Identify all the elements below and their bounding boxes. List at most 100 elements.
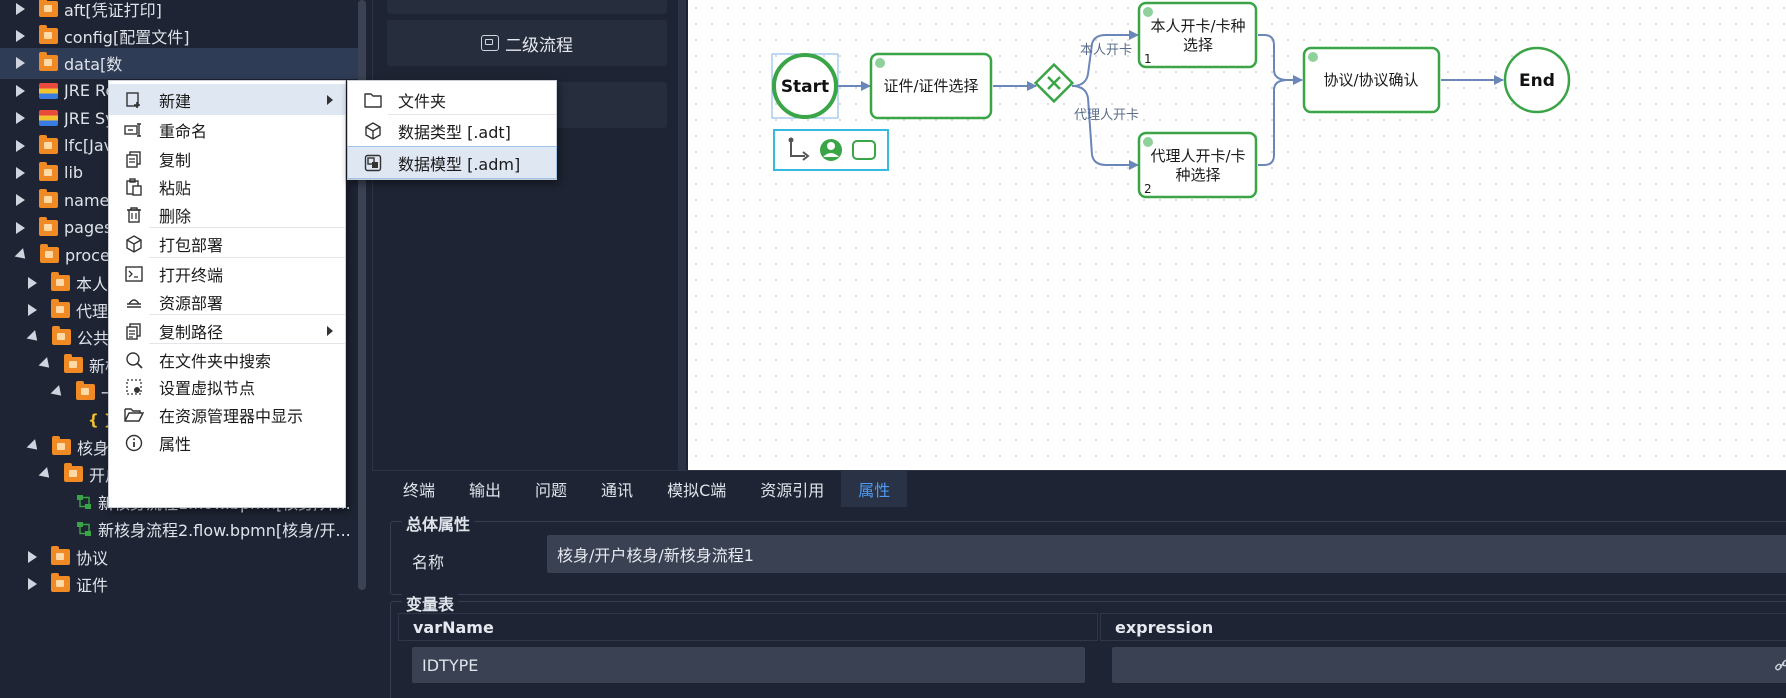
chevron-right-icon[interactable] xyxy=(16,166,25,179)
folder-icon xyxy=(40,244,59,264)
menu-item[interactable]: 属性 xyxy=(109,427,345,458)
search-icon xyxy=(123,349,145,371)
jre-icon xyxy=(39,110,58,127)
tab-2[interactable]: 问题 xyxy=(518,471,584,507)
bottom-panel: 终端 输出 问题 通讯 模拟C端 资源引用 属性 总体属性 名称 核身/开户核身/新核身流程… xyxy=(372,470,1786,698)
task-agent-card[interactable] xyxy=(1137,131,1258,199)
subprocess-icon xyxy=(481,35,499,51)
tree-item[interactable]: 协议 xyxy=(0,541,360,572)
submenu-item[interactable]: 文件夹 xyxy=(348,84,556,115)
folder-icon xyxy=(51,271,70,291)
copy-path-icon xyxy=(123,320,145,342)
chevron-right-icon[interactable] xyxy=(28,276,37,289)
folder-outline-icon xyxy=(362,89,384,111)
menu-item[interactable]: 打包部署 xyxy=(109,228,345,259)
tree-item-label: 证件 xyxy=(76,575,109,595)
user-task-icon xyxy=(1143,137,1153,147)
bpmn-canvas[interactable]: 本人开卡 代理人开卡 Start 证件/证件选择 本人开卡/卡种 选择 1 代理… xyxy=(688,0,1786,470)
chevron-right-icon[interactable] xyxy=(28,550,37,563)
link-icon[interactable] xyxy=(1774,657,1786,673)
menu-item[interactable]: 复制路径 xyxy=(109,315,345,346)
menu-item[interactable]: 重命名 xyxy=(109,114,345,145)
cell-expression[interactable] xyxy=(1112,647,1786,683)
tree-item-label: aft[凭证打印] xyxy=(64,0,162,20)
task-self-card[interactable] xyxy=(1137,1,1258,69)
tabs-spacer xyxy=(372,471,386,507)
tree-item[interactable]: data[数 xyxy=(0,47,360,79)
menu-item[interactable]: 删除 xyxy=(109,199,345,230)
menu-item[interactable]: 资源部署 xyxy=(109,286,345,317)
edge-self-confirm[interactable] xyxy=(1258,34,1303,85)
cube-icon xyxy=(362,120,384,142)
tree-item-label: pages xyxy=(64,218,113,238)
tree-item[interactable]: config[配置文件] xyxy=(0,20,360,51)
folder-icon xyxy=(52,435,71,455)
menu-separator xyxy=(149,227,345,228)
chevron-right-icon[interactable] xyxy=(16,29,25,42)
menu-item-label: 属性 xyxy=(159,434,192,454)
tree-item[interactable]: 证件 xyxy=(0,568,360,599)
exclusive-gateway[interactable] xyxy=(1033,62,1075,104)
chevron-down-icon[interactable] xyxy=(14,247,30,263)
chevron-right-icon[interactable] xyxy=(16,221,25,234)
chevron-down-icon[interactable] xyxy=(26,439,42,455)
chevron-down-icon[interactable] xyxy=(38,466,54,482)
name-field[interactable]: 核身/开户核身/新核身流程1 xyxy=(547,535,1786,573)
chevron-down-icon[interactable] xyxy=(26,329,42,345)
open-folder-icon xyxy=(123,404,145,426)
tree-item-label: 新核身流程2.flow.bpmn[核身/开... xyxy=(98,521,351,541)
chevron-right-icon[interactable] xyxy=(16,2,25,15)
menu-item[interactable]: 粘贴 xyxy=(109,171,345,202)
palette-item-subprocess[interactable]: 二级流程 xyxy=(387,20,667,66)
menu-item-label: 打开终端 xyxy=(159,265,224,285)
task-agent-label-1: 代理人开卡/卡 xyxy=(1150,147,1245,165)
tab-1[interactable]: 输出 xyxy=(452,471,518,507)
tab-4[interactable]: 模拟C端 xyxy=(650,471,743,507)
palette-item-label: 二级流程 xyxy=(505,35,573,56)
menu-item[interactable]: 新建 xyxy=(109,84,345,115)
menu-item[interactable]: 复制 xyxy=(109,143,345,174)
submenu-item[interactable]: 数据类型 [.adt] xyxy=(348,115,556,146)
menu-item[interactable]: 设置虚拟节点 xyxy=(109,371,345,402)
menu-separator xyxy=(149,257,345,258)
tree-item[interactable]: 新核身流程2.flow.bpmn[核身/开... xyxy=(0,514,360,545)
submenu-arrow-icon xyxy=(327,94,333,105)
submenu-item[interactable]: 数据模型 [.adm] xyxy=(347,146,557,179)
tab-6[interactable]: 属性 xyxy=(841,471,908,507)
tab-3[interactable]: 通讯 xyxy=(584,471,650,507)
chevron-right-icon[interactable] xyxy=(28,303,37,316)
chevron-down-icon[interactable] xyxy=(50,384,66,400)
chevron-right-icon[interactable] xyxy=(16,139,25,152)
chevron-right-icon[interactable] xyxy=(16,194,25,207)
cell-varname[interactable]: IDTYPE xyxy=(412,647,1085,683)
chevron-down-icon[interactable] xyxy=(38,357,54,373)
submenu-arrow-icon xyxy=(327,325,333,336)
palette-item-top[interactable] xyxy=(387,0,667,14)
edge-gateway-agent[interactable] xyxy=(1071,85,1139,170)
task-self-number: 1 xyxy=(1144,52,1152,66)
chevron-right-icon[interactable] xyxy=(16,57,25,70)
new-file-icon xyxy=(123,89,145,111)
folder-icon xyxy=(39,52,58,72)
menu-item-label: 打包部署 xyxy=(159,235,224,255)
column-header-expression[interactable]: expression xyxy=(1100,613,1786,641)
column-header-varname[interactable]: varName xyxy=(398,613,1098,641)
chevron-right-icon[interactable] xyxy=(16,112,25,125)
edge-agent-confirm[interactable] xyxy=(1258,79,1302,166)
menu-item[interactable]: 在资源管理器中显示 xyxy=(109,399,345,430)
start-label: Start xyxy=(781,77,829,97)
tab-5[interactable]: 资源引用 xyxy=(743,471,841,507)
chevron-right-icon[interactable] xyxy=(16,84,25,97)
chevron-right-icon[interactable] xyxy=(28,577,37,590)
task-agent-label-2: 种选择 xyxy=(1175,166,1220,184)
menu-item-label: 复制 xyxy=(159,150,192,170)
palette-scrollbar[interactable] xyxy=(678,0,686,470)
tab-0[interactable]: 终端 xyxy=(386,471,452,507)
menu-item[interactable]: 打开终端 xyxy=(109,258,345,289)
append-user-task-icon[interactable] xyxy=(820,139,842,161)
task-self-label-2: 选择 xyxy=(1183,36,1213,54)
menu-item-label: 重命名 xyxy=(159,121,208,141)
menu-item-label: 在文件夹中搜索 xyxy=(159,351,272,371)
